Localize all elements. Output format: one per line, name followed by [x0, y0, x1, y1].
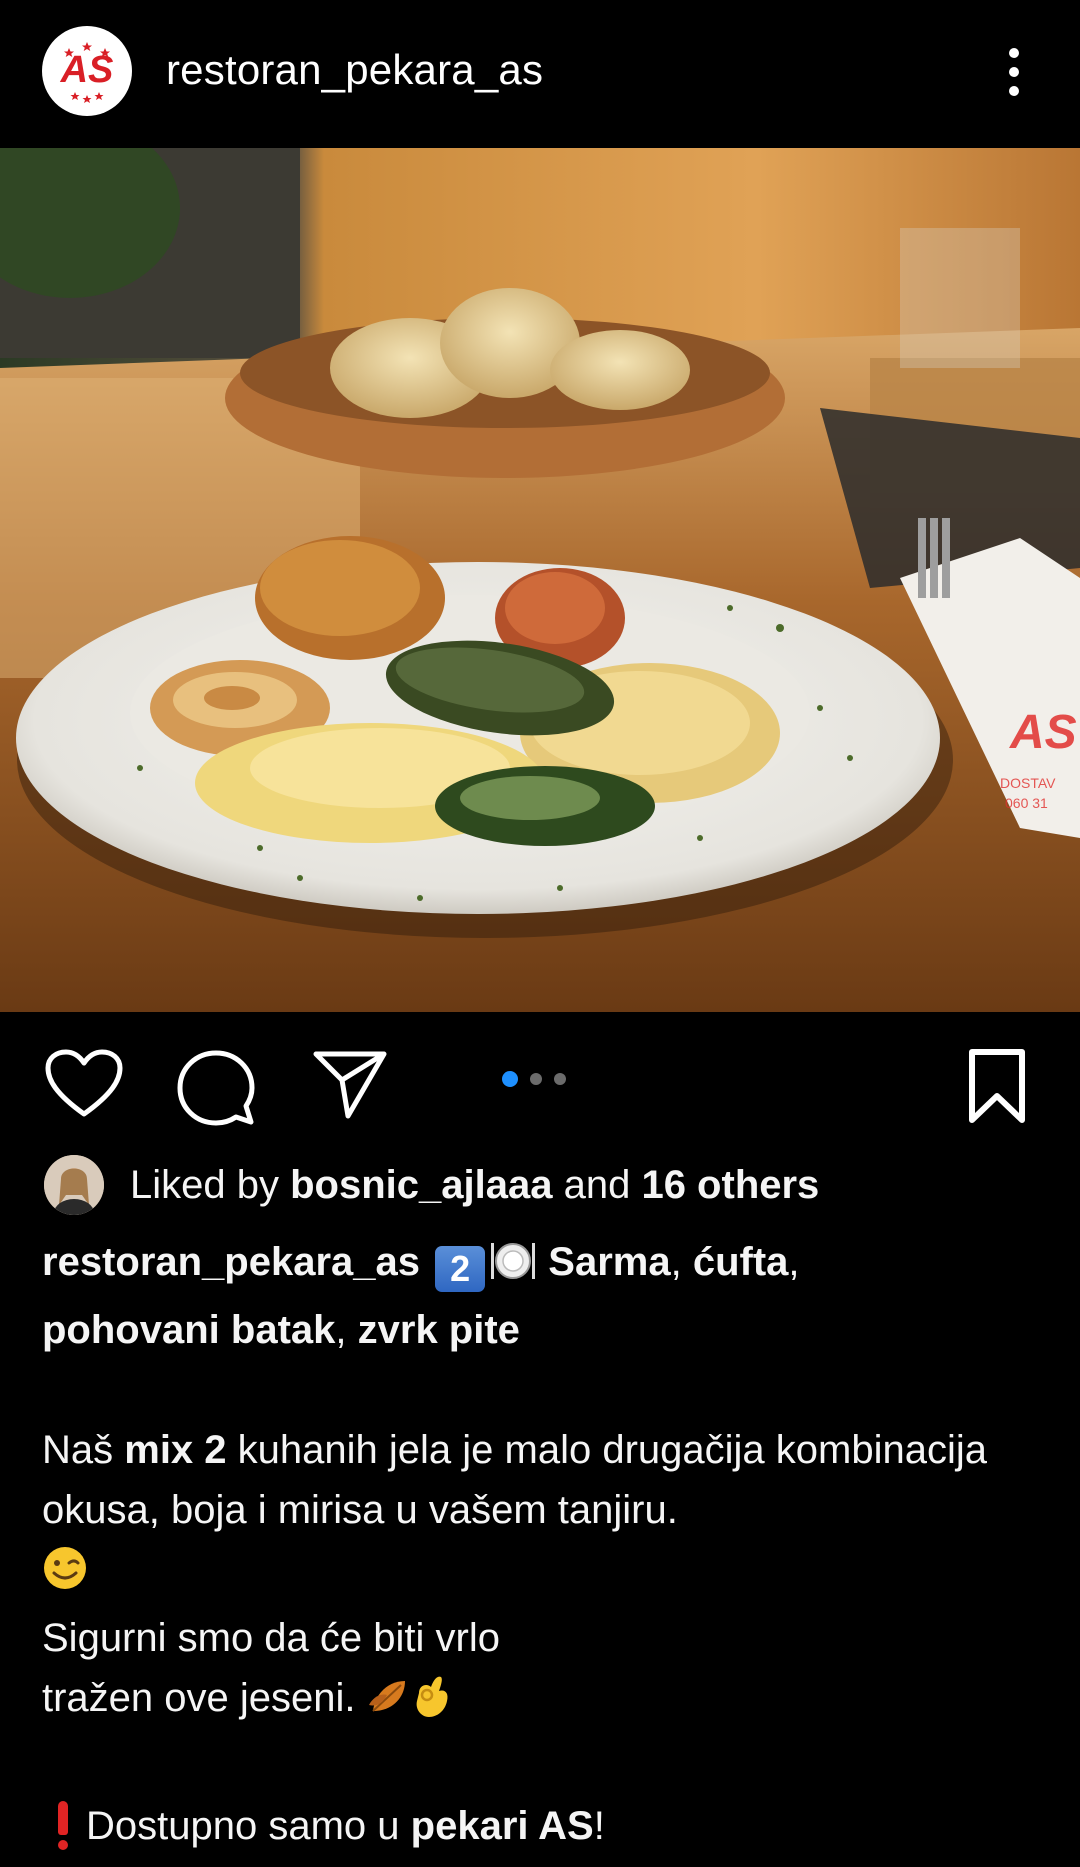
exclamation-emoji	[56, 1801, 70, 1850]
winking-face-emoji	[42, 1545, 88, 1608]
liker-avatar	[44, 1155, 104, 1215]
caption-body-1a: Naš	[42, 1428, 125, 1472]
caption-username[interactable]: restoran_pekara_as	[42, 1240, 420, 1284]
caption-title-2: ćufta	[692, 1240, 789, 1284]
caption-body-3b: pekari AS	[410, 1804, 594, 1848]
share-icon[interactable]	[312, 1048, 388, 1120]
fallen-leaf-emoji	[367, 1675, 411, 1736]
post-caption: restoran_pekara_as 2 Sarma, ćufta, pohov…	[42, 1232, 1042, 1856]
post-header: AS restoran_pekara_as	[0, 0, 1080, 148]
carousel-dot-3	[554, 1073, 566, 1085]
svg-text:060 31: 060 31	[1005, 795, 1048, 811]
caption-title-3: pohovani batak	[42, 1308, 336, 1352]
comment-icon[interactable]	[176, 1048, 256, 1128]
number-two-emoji: 2	[435, 1246, 486, 1292]
caption-body-2b: tražen ove jeseni.	[42, 1676, 356, 1720]
instagram-post-screen: AS restoran_pekara_as AS DOSTAV 060 31 L…	[0, 0, 1080, 1867]
plate-cutlery-emoji	[489, 1239, 537, 1300]
caption-body-2a: Sigurni smo da će biti vrlo	[42, 1616, 500, 1660]
caption-sep-3: ,	[335, 1308, 358, 1352]
carousel-dot-1	[502, 1071, 518, 1087]
save-bookmark-icon[interactable]	[962, 1046, 1032, 1126]
carousel-dot-2	[530, 1073, 542, 1085]
likes-summary[interactable]: Liked by bosnic_ajlaaa and 16 others	[44, 1154, 819, 1216]
ok-hand-emoji	[411, 1673, 451, 1736]
caption-body-3c: !	[593, 1804, 605, 1848]
caption-title-4: zvrk pite	[357, 1308, 520, 1352]
profile-avatar[interactable]: AS	[42, 26, 132, 116]
post-photo[interactable]: AS DOSTAV 060 31	[0, 148, 1080, 1012]
caption-body-3a: Dostupno samo u	[86, 1804, 411, 1848]
caption-sep-1: ,	[670, 1240, 693, 1284]
caption-title-1: Sarma	[548, 1240, 671, 1284]
carousel-indicator	[502, 1071, 566, 1087]
likes-others-link[interactable]: 16 others	[641, 1163, 819, 1207]
like-icon[interactable]	[44, 1048, 124, 1120]
more-options-icon[interactable]	[996, 42, 1032, 102]
liker-username[interactable]: bosnic_ajlaaa	[290, 1163, 552, 1207]
svg-text:DOSTAV: DOSTAV	[1000, 775, 1056, 791]
header-username[interactable]: restoran_pekara_as	[166, 46, 543, 94]
likes-prefix: Liked by	[130, 1162, 291, 1207]
as-logo-icon: AS	[43, 27, 131, 115]
food-plate-photo: AS DOSTAV 060 31	[0, 148, 1080, 1012]
likes-middle: and	[552, 1162, 642, 1207]
caption-sep-2: ,	[788, 1240, 800, 1284]
caption-body-1b: mix 2	[124, 1428, 227, 1472]
svg-text:AS: AS	[1009, 706, 1077, 759]
